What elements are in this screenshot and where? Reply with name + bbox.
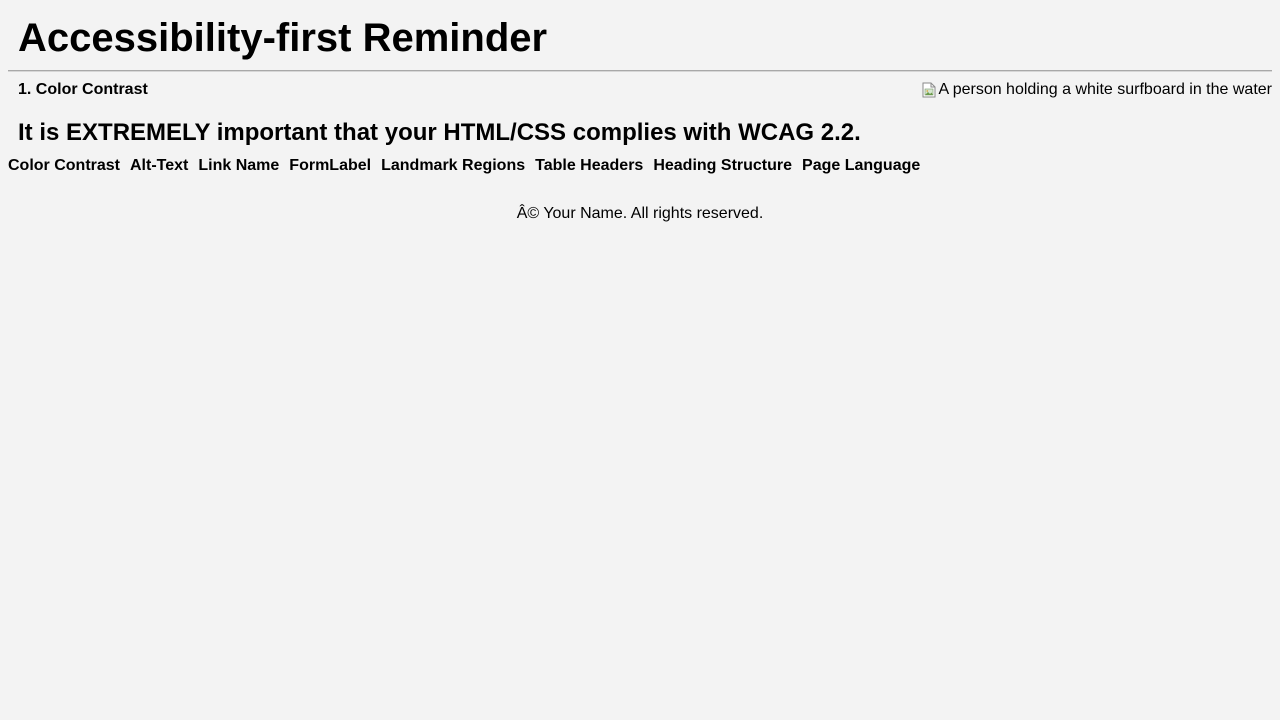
page: Accessibility-first Reminder 1. Color Co… [0, 0, 1280, 720]
nav-link-heading-structure[interactable]: Heading Structure [653, 157, 792, 175]
nav-link-form-label[interactable]: FormLabel [289, 157, 371, 175]
nav-link-alt-text[interactable]: Alt-Text [130, 157, 188, 175]
surfboard-image: A person holding a white surfboard in th… [922, 81, 1272, 99]
footer: Â© Your Name. All rights reserved. [0, 205, 1280, 223]
nav-link-table-headers[interactable]: Table Headers [535, 157, 643, 175]
nav-link-landmark-regions[interactable]: Landmark Regions [381, 157, 525, 175]
nav-link-color-contrast[interactable]: Color Contrast [8, 157, 120, 175]
footer-copyright: Â© Your Name. All rights reserved. [516, 205, 764, 222]
nav-link-link-name[interactable]: Link Name [198, 157, 279, 175]
section-label: 1. Color Contrast [18, 81, 148, 98]
wcag-notice: It is EXTREMELY important that your HTML… [18, 119, 861, 146]
image-alt-text: A person holding a white surfboard in th… [938, 81, 1272, 98]
page-title: Accessibility-first Reminder [18, 16, 548, 60]
title-divider [8, 70, 1272, 72]
broken-image-icon [922, 82, 936, 98]
nav-link-page-language[interactable]: Page Language [802, 157, 920, 175]
topic-nav: Color Contrast Alt-Text Link Name FormLa… [8, 157, 920, 175]
